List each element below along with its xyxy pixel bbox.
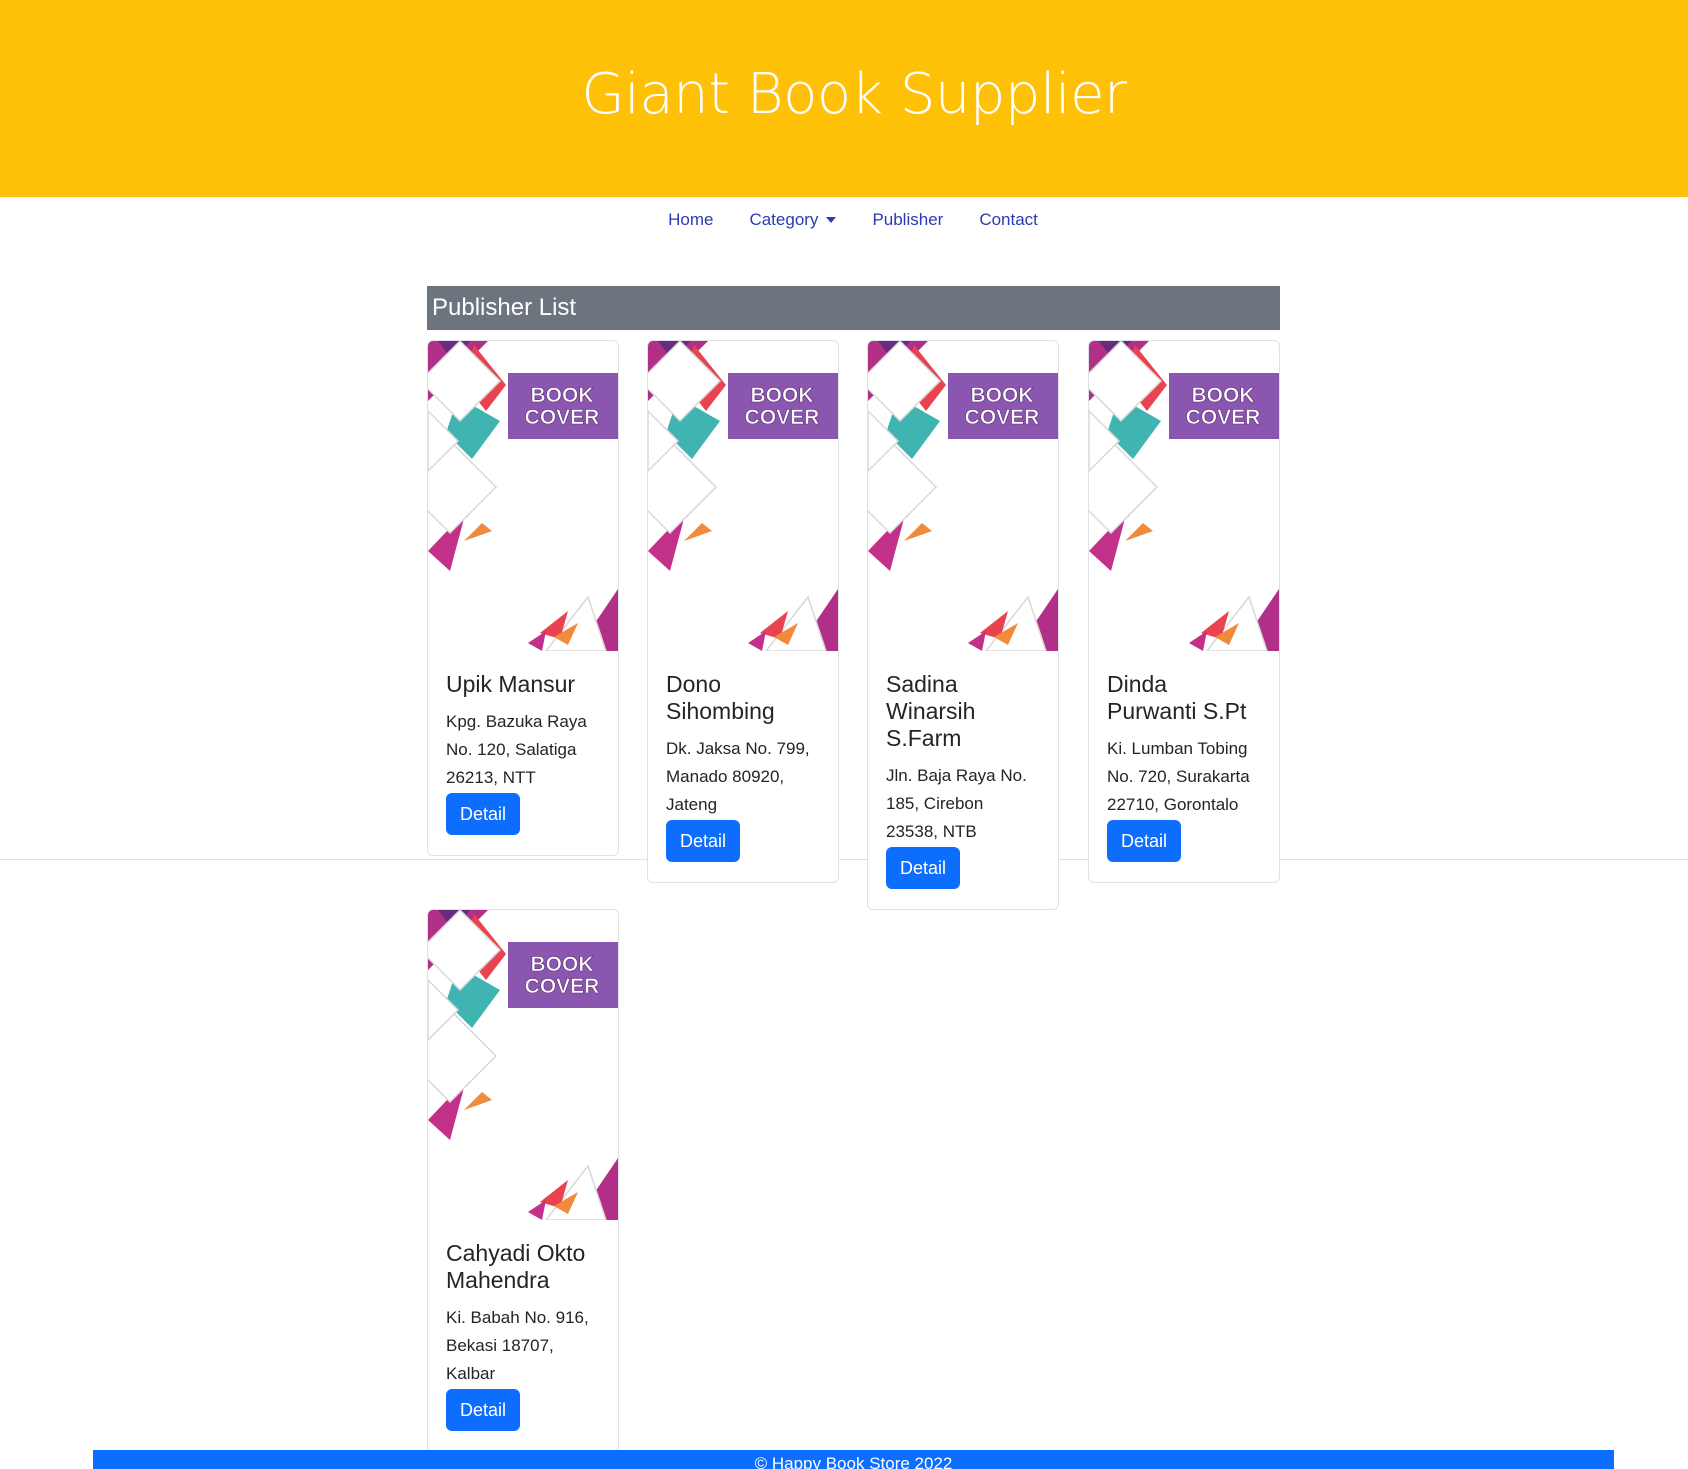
cover-text-line2: COVER: [965, 406, 1040, 429]
cover-text-line1: BOOK: [531, 953, 594, 976]
book-cover-image: BOOK COVER: [1089, 341, 1279, 651]
cover-text-line2: COVER: [525, 975, 600, 998]
publisher-name: Upik Mansur: [446, 671, 576, 697]
book-cover-image: BOOK COVER: [648, 341, 838, 651]
publisher-name: Dono Sihombing: [666, 671, 775, 724]
cover-text-line1: BOOK: [531, 384, 594, 407]
detail-button[interactable]: Detail: [446, 1389, 521, 1431]
publisher-card: BOOK COVER Dinda Purwanti S.Pt Ki. Lumba…: [1088, 340, 1280, 883]
publisher-address: Jln. Baja Raya No. 185, Cirebon 23538, N…: [886, 766, 1027, 841]
nav-home[interactable]: Home: [668, 210, 713, 230]
site-header: Giant Book Supplier: [0, 0, 1688, 197]
section-title: Publisher List: [427, 286, 1280, 330]
publisher-name: Dinda Purwanti S.Pt: [1107, 671, 1247, 724]
publisher-card: BOOK COVER Cahyadi Okto Mahendra Ki. Bab…: [427, 909, 619, 1452]
detail-button[interactable]: Detail: [886, 847, 961, 889]
site-title: Giant Book Supplier: [581, 62, 1127, 127]
publisher-name: Sadina Winarsih S.Farm: [886, 671, 976, 751]
nav-publisher[interactable]: Publisher: [872, 210, 943, 230]
nav-contact[interactable]: Contact: [979, 210, 1038, 230]
nav-home-label: Home: [668, 210, 714, 229]
cover-text-line1: BOOK: [971, 384, 1034, 407]
cover-text-line1: BOOK: [751, 384, 814, 407]
cover-text-line2: COVER: [525, 406, 600, 429]
publisher-address: Dk. Jaksa No. 799, Manado 80920, Jateng: [666, 739, 810, 814]
publisher-card: BOOK COVER Upik Mansur Kpg. Bazuka Raya …: [427, 340, 619, 856]
cover-text-line2: COVER: [745, 406, 820, 429]
publisher-card: BOOK COVER Dono Sihombing Dk. Jaksa No. …: [647, 340, 839, 883]
cover-text-line2: COVER: [1186, 406, 1261, 429]
nav-publisher-label: Publisher: [872, 210, 944, 229]
publisher-address: Kpg. Bazuka Raya No. 120, Salatiga 26213…: [446, 712, 587, 787]
book-cover-image: BOOK COVER: [868, 341, 1058, 651]
row-divider: [0, 859, 1688, 860]
nav-category-label: Category: [749, 210, 819, 229]
publisher-name: Cahyadi Okto Mahendra: [446, 1240, 586, 1293]
publisher-card: BOOK COVER Sadina Winarsih S.Farm Jln. B…: [867, 340, 1059, 910]
caret-down-icon: [826, 217, 837, 223]
main-nav: Home Category Publisher Contact: [0, 210, 1688, 230]
cover-text-line1: BOOK: [1192, 384, 1255, 407]
detail-button[interactable]: Detail: [1107, 820, 1182, 862]
detail-button[interactable]: Detail: [666, 820, 741, 862]
site-footer: © Happy Book Store 2022: [93, 1450, 1614, 1469]
nav-category-dropdown[interactable]: Category: [749, 210, 837, 230]
book-cover-image: BOOK COVER: [428, 910, 618, 1220]
nav-contact-label: Contact: [979, 210, 1038, 229]
footer-copyright: © Happy Book Store 2022: [754, 1454, 953, 1469]
publisher-address: Ki. Lumban Tobing No. 720, Surakarta 227…: [1107, 739, 1250, 814]
detail-button[interactable]: Detail: [446, 793, 521, 835]
publisher-address: Ki. Babah No. 916, Bekasi 18707, Kalbar: [446, 1308, 589, 1383]
book-cover-image: BOOK COVER: [428, 341, 618, 651]
